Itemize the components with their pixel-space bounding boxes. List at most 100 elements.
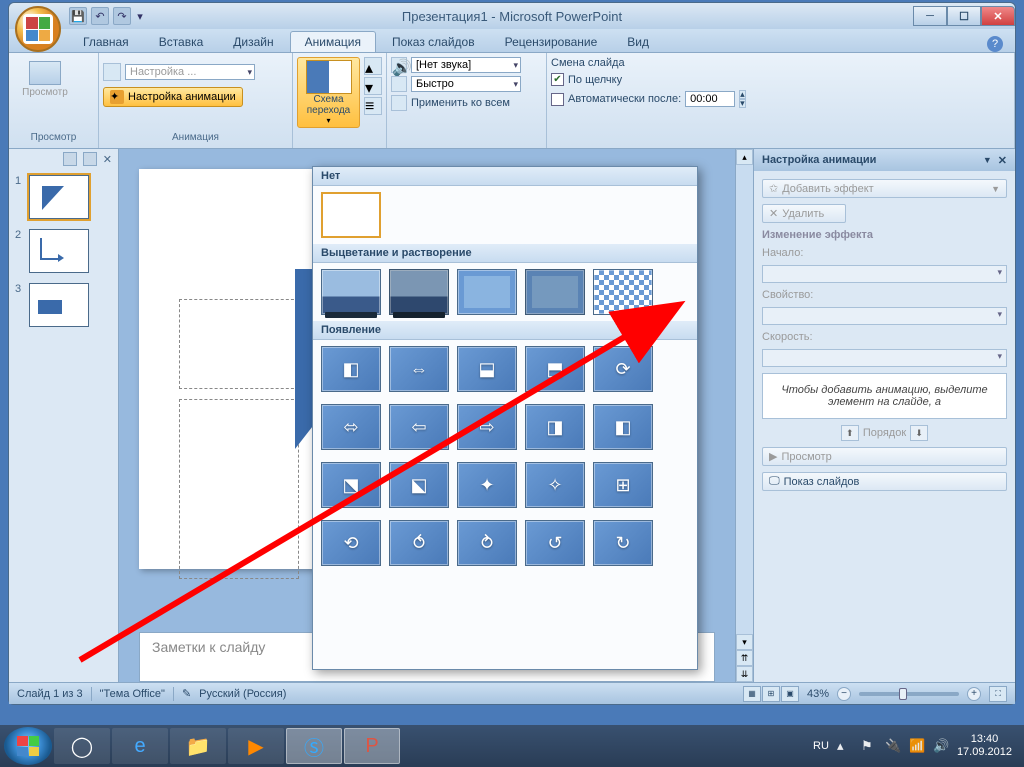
fit-window-icon[interactable]: ⛶: [989, 686, 1007, 702]
transition-none[interactable]: [321, 192, 381, 238]
transition-item[interactable]: ✧: [525, 462, 585, 508]
transition-item[interactable]: ↻: [593, 520, 653, 566]
transition-item[interactable]: [525, 269, 585, 315]
transition-speed-dropdown[interactable]: Быстро▾: [411, 76, 521, 92]
preview-button[interactable]: Просмотр: [13, 57, 77, 102]
transition-item[interactable]: [457, 269, 517, 315]
add-effect-button[interactable]: ✩ Добавить эффект ▼: [762, 179, 1007, 198]
slideshow-view-icon[interactable]: ▣: [781, 686, 799, 702]
next-slide-icon[interactable]: ⇊: [736, 666, 753, 682]
gallery-row-down-icon[interactable]: ▾: [364, 77, 382, 95]
transition-item[interactable]: ⥀: [389, 520, 449, 566]
panel-close-icon[interactable]: ✕: [103, 153, 112, 166]
transition-item[interactable]: ⟳: [593, 346, 653, 392]
tab-design[interactable]: Дизайн: [219, 32, 287, 52]
transition-item[interactable]: [321, 269, 381, 315]
tray-flag-icon[interactable]: ⚑: [861, 738, 877, 754]
transition-item[interactable]: ⇔: [389, 346, 449, 392]
start-button[interactable]: [4, 727, 52, 765]
maximize-button[interactable]: ☐: [947, 6, 981, 26]
taskbar-explorer-icon[interactable]: 📁: [170, 728, 226, 764]
property-dropdown[interactable]: [762, 307, 1007, 325]
tab-animation[interactable]: Анимация: [290, 31, 376, 52]
tab-review[interactable]: Рецензирование: [491, 32, 612, 52]
placeholder[interactable]: [179, 399, 299, 579]
sorter-view-icon[interactable]: ⊞: [762, 686, 780, 702]
taskbar-chrome-icon[interactable]: ◯: [54, 728, 110, 764]
on-click-checkbox[interactable]: ✔: [551, 73, 564, 86]
transition-item[interactable]: ⇨: [457, 404, 517, 450]
remove-effect-button[interactable]: ✕ Удалить: [762, 204, 846, 223]
placeholder[interactable]: [179, 299, 299, 389]
time-spinner-down[interactable]: ▾: [739, 99, 746, 108]
tray-power-icon[interactable]: 🔌: [885, 738, 901, 754]
transition-item[interactable]: ⬒: [525, 346, 585, 392]
transition-item[interactable]: ⬔: [321, 462, 381, 508]
taskbar-ie-icon[interactable]: е: [112, 728, 168, 764]
prev-slide-icon[interactable]: ⇈: [736, 650, 753, 666]
gallery-row-up-icon[interactable]: ▴: [364, 57, 382, 75]
taskbar-skype-icon[interactable]: Ⓢ: [286, 728, 342, 764]
pane-close-icon[interactable]: ✕: [998, 154, 1007, 167]
minimize-button[interactable]: ─: [913, 6, 947, 26]
qat-undo-icon[interactable]: ↶: [91, 7, 109, 25]
transition-sound-dropdown[interactable]: [Нет звука]▾: [411, 57, 521, 73]
normal-view-icon[interactable]: ▦: [743, 686, 761, 702]
tray-network-icon[interactable]: 📶: [909, 738, 925, 754]
tab-view[interactable]: Вид: [613, 32, 663, 52]
zoom-level[interactable]: 43%: [807, 688, 829, 700]
slideshow-button[interactable]: 🖵 Показ слайдов: [762, 472, 1007, 491]
transition-item[interactable]: ⟲: [321, 520, 381, 566]
transition-item[interactable]: [389, 269, 449, 315]
zoom-slider[interactable]: [859, 692, 959, 696]
gallery-expand-icon[interactable]: ≡: [364, 97, 382, 115]
zoom-out-icon[interactable]: −: [837, 687, 851, 701]
transition-item[interactable]: ⥁: [457, 520, 517, 566]
custom-animation-dropdown[interactable]: Настройка ...▾: [125, 64, 255, 80]
transition-item[interactable]: ⇦: [389, 404, 449, 450]
qat-redo-icon[interactable]: ↷: [113, 7, 131, 25]
transition-item[interactable]: ◧: [321, 346, 381, 392]
slide-thumbnail[interactable]: [29, 283, 89, 327]
office-button[interactable]: [15, 6, 61, 52]
play-button[interactable]: ▶ Просмотр: [762, 447, 1007, 466]
reorder-up-icon[interactable]: ⬆: [841, 425, 859, 441]
transition-item[interactable]: [593, 269, 653, 315]
tray-chevron-icon[interactable]: ▴: [837, 738, 853, 754]
qat-save-icon[interactable]: 💾: [69, 7, 87, 25]
transition-item[interactable]: ✦: [457, 462, 517, 508]
auto-after-time-input[interactable]: [685, 91, 735, 107]
speed-dropdown[interactable]: [762, 349, 1007, 367]
taskbar-powerpoint-icon[interactable]: P: [344, 728, 400, 764]
spellcheck-icon[interactable]: ✎: [182, 687, 191, 700]
auto-after-checkbox[interactable]: [551, 93, 564, 106]
reorder-down-icon[interactable]: ⬇: [910, 425, 928, 441]
zoom-in-icon[interactable]: +: [967, 687, 981, 701]
transition-scheme-button[interactable]: Схема перехода ▾: [297, 57, 360, 128]
apply-to-all-button[interactable]: Применить ко всем: [391, 95, 510, 111]
language-indicator[interactable]: Русский (Россия): [199, 688, 286, 700]
tab-home[interactable]: Главная: [69, 32, 143, 52]
transition-item[interactable]: ⬓: [457, 346, 517, 392]
custom-animation-button[interactable]: ✦ Настройка анимации: [103, 87, 243, 107]
tab-slideshow[interactable]: Показ слайдов: [378, 32, 489, 52]
transition-item[interactable]: ⬄: [321, 404, 381, 450]
tab-insert[interactable]: Вставка: [145, 32, 218, 52]
tray-volume-icon[interactable]: 🔊: [933, 738, 949, 754]
help-icon[interactable]: ?: [987, 36, 1003, 52]
tray-language[interactable]: RU: [813, 740, 829, 752]
outline-tab-icon[interactable]: [63, 152, 77, 166]
taskbar-media-icon[interactable]: ▶: [228, 728, 284, 764]
transition-item[interactable]: ↺: [525, 520, 585, 566]
scroll-down-icon[interactable]: ▾: [736, 634, 753, 650]
tray-clock[interactable]: 13:40 17.09.2012: [957, 733, 1012, 759]
transition-item[interactable]: ⬕: [389, 462, 449, 508]
start-dropdown[interactable]: [762, 265, 1007, 283]
transition-item[interactable]: ⊞: [593, 462, 653, 508]
slide-thumbnail[interactable]: [29, 229, 89, 273]
qat-customize-icon[interactable]: ▾: [135, 7, 145, 25]
transition-item[interactable]: ◧: [593, 404, 653, 450]
slides-tab-icon[interactable]: [83, 152, 97, 166]
scroll-up-icon[interactable]: ▴: [736, 149, 753, 165]
transition-item[interactable]: ◨: [525, 404, 585, 450]
